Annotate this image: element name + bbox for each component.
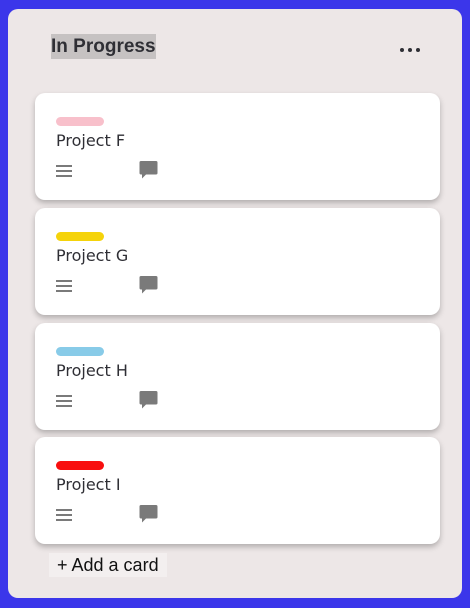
menu-dot — [400, 48, 404, 52]
comment-icon — [139, 276, 158, 294]
comment-icon — [139, 391, 158, 409]
card-project-h[interactable]: Project H — [35, 323, 440, 430]
card-title: Project H — [56, 361, 128, 380]
add-card-button[interactable]: + Add a card — [49, 553, 167, 577]
description-lines-icon — [56, 164, 72, 178]
menu-dot — [408, 48, 412, 52]
description-lines-icon — [56, 508, 72, 522]
card-title: Project F — [56, 131, 126, 150]
menu-dot — [416, 48, 420, 52]
card-title: Project G — [56, 246, 129, 265]
card-label-bar — [56, 461, 104, 470]
description-lines-icon — [56, 279, 72, 293]
column-title-text: In Progress — [51, 34, 156, 59]
card-label-bar — [56, 232, 104, 241]
more-horizontal-icon[interactable] — [400, 45, 420, 55]
description-lines-icon — [56, 394, 72, 408]
column-title[interactable]: In Progress — [51, 34, 156, 59]
card-project-i[interactable]: Project I — [35, 437, 440, 544]
card-label-bar — [56, 117, 104, 126]
comment-icon — [139, 161, 158, 179]
card-project-f[interactable]: Project F — [35, 93, 440, 200]
card-title: Project I — [56, 475, 121, 494]
list-column: In Progress Project F Project G Project … — [8, 9, 462, 598]
comment-icon — [139, 505, 158, 523]
card-project-g[interactable]: Project G — [35, 208, 440, 315]
card-label-bar — [56, 347, 104, 356]
